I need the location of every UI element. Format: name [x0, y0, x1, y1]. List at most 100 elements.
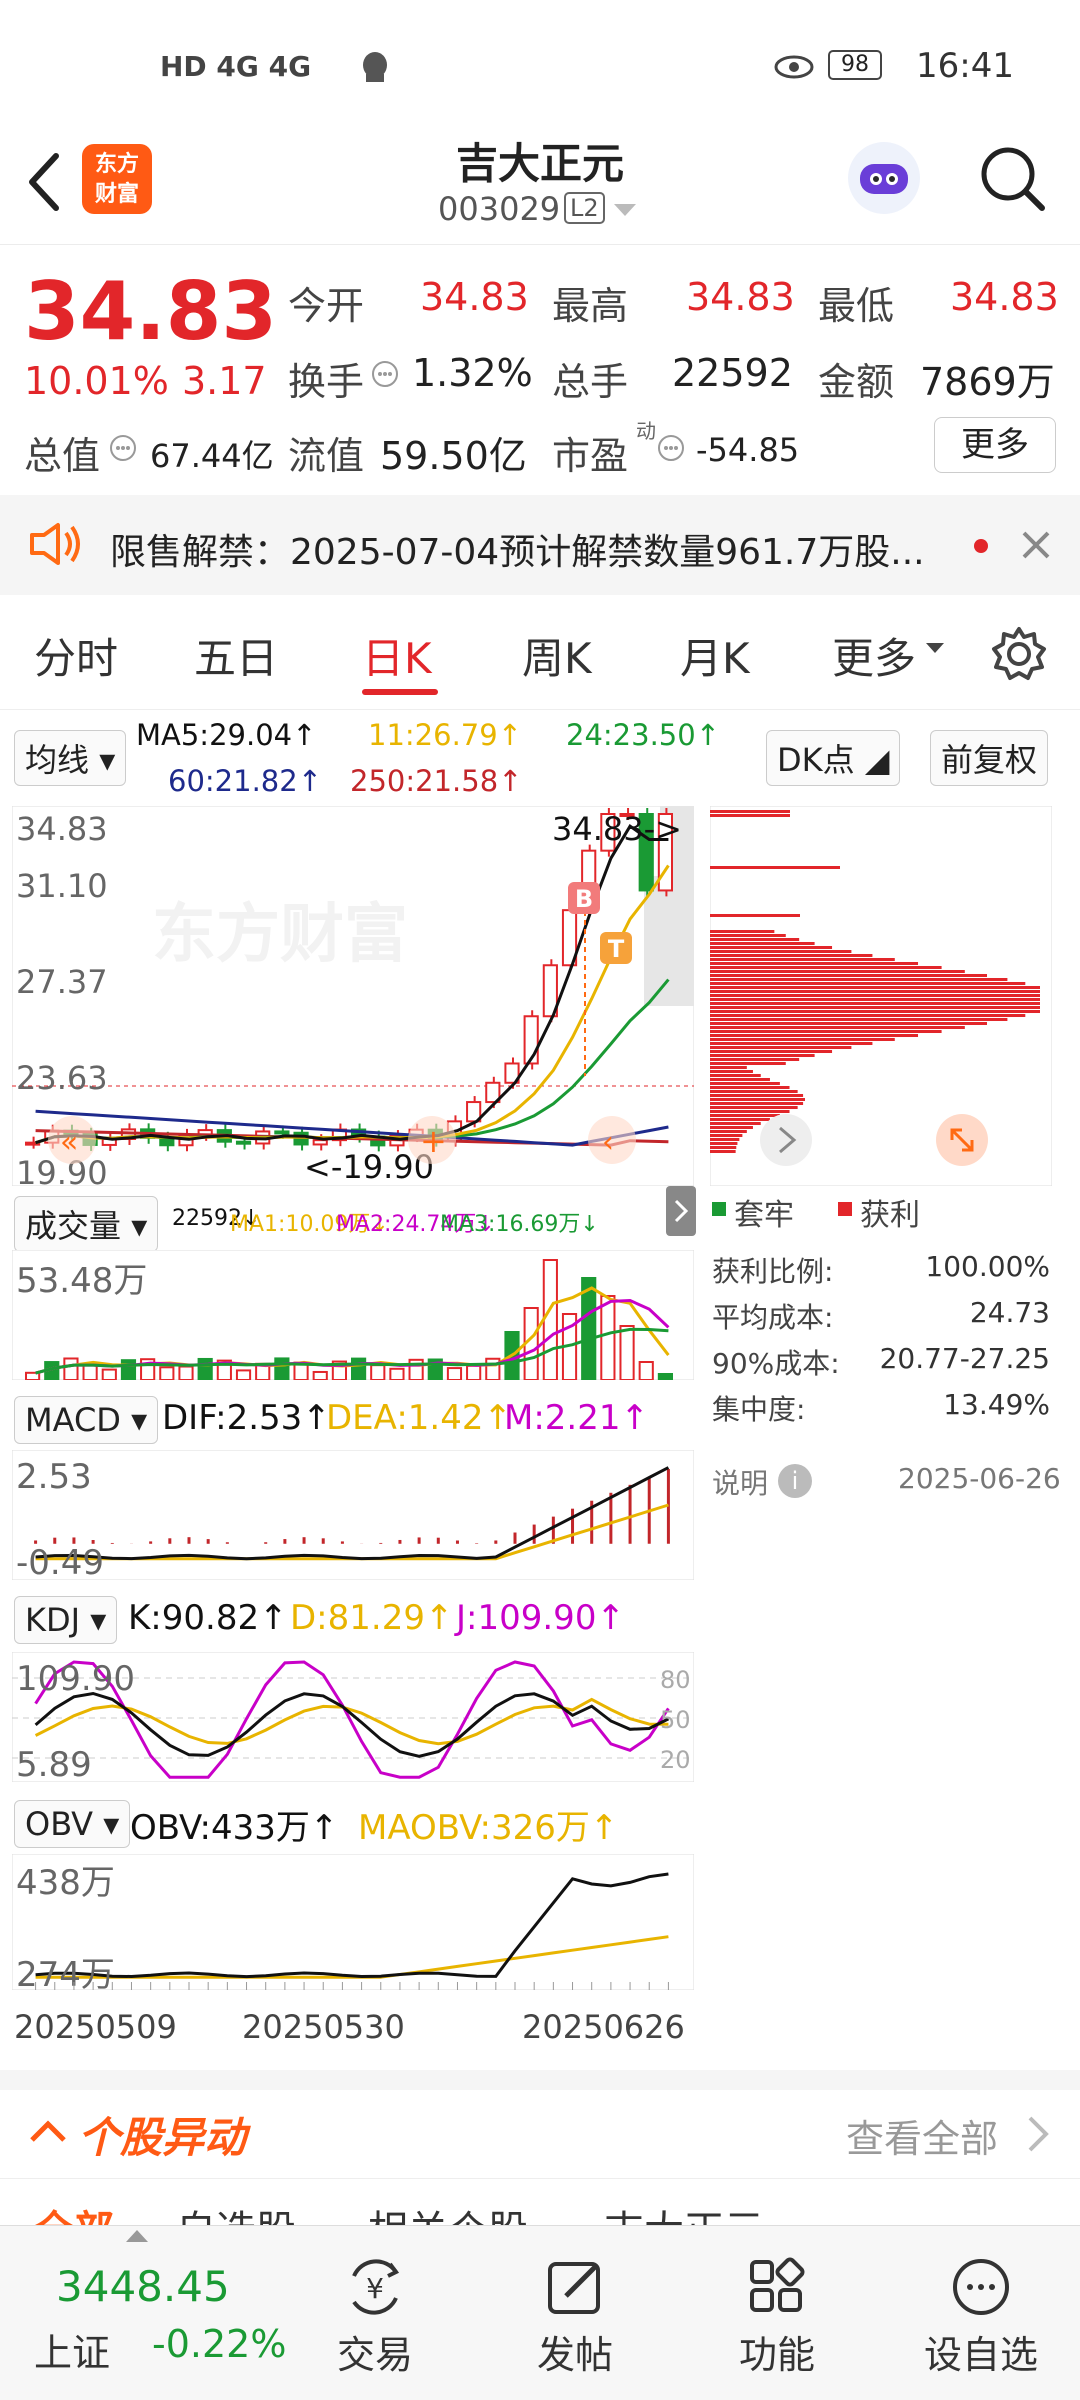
- close-icon[interactable]: [1020, 529, 1052, 561]
- obv-dropdown[interactable]: OBV ▾: [14, 1800, 131, 1848]
- volume-bar: [600, 1295, 616, 1380]
- view-all-link[interactable]: 查看全部: [846, 2108, 998, 2163]
- macd-m: M:2.21↑: [504, 1398, 649, 1438]
- info-icon[interactable]: i: [778, 1464, 812, 1498]
- kdj-chart[interactable]: 109.90 5.89 80 50 20: [12, 1652, 694, 1782]
- change-percent: 10.01%: [24, 359, 169, 403]
- volume-bar: [197, 1357, 213, 1380]
- volume-bar: [63, 1357, 79, 1380]
- chip-bar: [710, 1078, 770, 1081]
- chevron-down-icon[interactable]: [614, 204, 636, 218]
- chip-bar: [710, 1150, 736, 1153]
- last-price-marker: 34.83->: [552, 810, 682, 848]
- macd-dropdown[interactable]: MACD ▾: [14, 1396, 159, 1444]
- app-logo[interactable]: 东方 财富: [82, 144, 152, 214]
- volume-bar: [120, 1359, 137, 1380]
- pe-label: 市盈: [552, 434, 629, 478]
- active-tab-indicator: [362, 689, 438, 695]
- candle: [312, 1139, 328, 1146]
- eye-icon: [774, 55, 814, 79]
- nav-add-watchlist[interactable]: 设自选: [916, 2256, 1046, 2379]
- float-value: 59.50亿: [380, 434, 527, 478]
- chip-bar: [710, 938, 800, 941]
- collapse-chips-button[interactable]: [666, 1186, 696, 1236]
- chip-bar: [710, 1138, 740, 1141]
- header: 东方 财富 吉大正元 003029 L2: [0, 120, 1080, 245]
- pe-dynamic-tag: 动: [636, 419, 656, 443]
- tab-five-day[interactable]: 五日: [194, 625, 278, 686]
- kdj-j: J:109.90↑: [456, 1598, 625, 1638]
- chip-bar: [710, 1058, 800, 1061]
- battery-icon: 98: [828, 50, 882, 80]
- tab-daily-k[interactable]: 日K: [362, 625, 432, 686]
- nav-functions[interactable]: 功能: [712, 2256, 842, 2379]
- search-icon[interactable]: [976, 142, 1048, 214]
- chip-bar: [710, 1118, 770, 1121]
- chip-bar: [710, 1122, 761, 1125]
- nav-trade[interactable]: ¥ 交易: [310, 2256, 440, 2379]
- level2-badge[interactable]: L2: [564, 192, 605, 224]
- volume-chart[interactable]: 53.48万: [12, 1250, 694, 1380]
- ma250-legend: 250:21.58↑: [350, 764, 523, 798]
- kdj-dropdown[interactable]: KDJ ▾: [14, 1596, 118, 1644]
- volume-bar: [389, 1367, 405, 1380]
- chevron-down-icon[interactable]: [926, 643, 944, 655]
- signal-icons: HD 4G 4G: [160, 50, 312, 83]
- chip-stat-label: 集中度:: [712, 1393, 806, 1426]
- robot-avatar-icon[interactable]: [844, 138, 924, 218]
- more-circle-icon: [953, 2259, 1009, 2315]
- chip-bar: [710, 1054, 815, 1057]
- info-dots-icon[interactable]: [370, 359, 400, 389]
- adjustment-dropdown[interactable]: 前复权: [930, 730, 1049, 786]
- notice-bar[interactable]: 限售解禁：2025-07-04预计解禁数量961.7万股...: [0, 495, 1080, 595]
- index-name[interactable]: 上证: [34, 2322, 110, 2377]
- chip-bar: [710, 974, 988, 977]
- nav-post[interactable]: 发帖: [510, 2256, 640, 2379]
- chip-bar: [710, 1022, 988, 1025]
- tab-weekly-k[interactable]: 周K: [522, 625, 592, 686]
- stock-movement-section: 个股异动 查看全部: [0, 2090, 1080, 2180]
- float-label: 流值: [288, 434, 365, 478]
- volume-bar: [542, 1259, 558, 1380]
- back-icon[interactable]: [24, 150, 64, 214]
- ma24-legend: 24:23.50↑: [566, 718, 720, 752]
- chevron-up-icon[interactable]: [28, 2118, 68, 2144]
- chip-bar: [710, 982, 1026, 985]
- chip-distribution-chart[interactable]: [710, 806, 1052, 1186]
- tab-monthly-k[interactable]: 月K: [680, 625, 750, 686]
- tab-more[interactable]: 更多: [832, 625, 916, 686]
- expand-index-icon[interactable]: [126, 2230, 148, 2242]
- volume-bar: [312, 1370, 328, 1380]
- mktcap-value: 67.44亿: [150, 437, 274, 475]
- unread-dot: [974, 539, 988, 553]
- gear-icon[interactable]: [990, 625, 1048, 683]
- chevron-right-icon[interactable]: [1026, 2114, 1050, 2154]
- chip-bar: [710, 1094, 804, 1097]
- dk-point-dropdown[interactable]: DK点 ◢: [766, 730, 901, 786]
- more-button[interactable]: 更多: [934, 417, 1056, 473]
- info-dots-icon[interactable]: [108, 433, 138, 463]
- chip-expand-left-icon[interactable]: [760, 1114, 812, 1166]
- price-axis-3: 27.37: [16, 963, 108, 1001]
- price-axis-top: 34.83: [16, 810, 108, 848]
- kline-chart[interactable]: 东方财富 B T 34.83 31.10 27.37 23.63 19.90 3…: [12, 806, 694, 1186]
- chip-bar: [710, 950, 852, 953]
- tab-intraday[interactable]: 分时: [34, 625, 118, 686]
- obv-chart[interactable]: 438万 274万: [12, 1854, 694, 1990]
- info-dots-icon[interactable]: [656, 433, 686, 463]
- index-value[interactable]: 3448.45: [56, 2262, 230, 2311]
- chip-bar: [710, 962, 919, 965]
- chip-bar: [710, 810, 790, 813]
- macd-chart[interactable]: 2.53 -0.49: [12, 1450, 694, 1580]
- notification-icon: [363, 52, 387, 82]
- date-label-start: 20250509: [14, 2008, 177, 2046]
- ma-type-dropdown[interactable]: 均线 ▾: [14, 730, 127, 786]
- open-value: 34.83: [420, 275, 529, 319]
- macd-dea: DEA:1.42↑: [326, 1398, 512, 1438]
- chip-bar: [710, 1086, 790, 1089]
- macd-dif: DIF:2.53↑: [162, 1398, 331, 1438]
- index-change[interactable]: -0.22%: [152, 2322, 286, 2366]
- chip-bar: [710, 1110, 790, 1113]
- volume-dropdown[interactable]: 成交量 ▾: [14, 1196, 159, 1252]
- trade-yen-icon: ¥: [352, 2259, 400, 2315]
